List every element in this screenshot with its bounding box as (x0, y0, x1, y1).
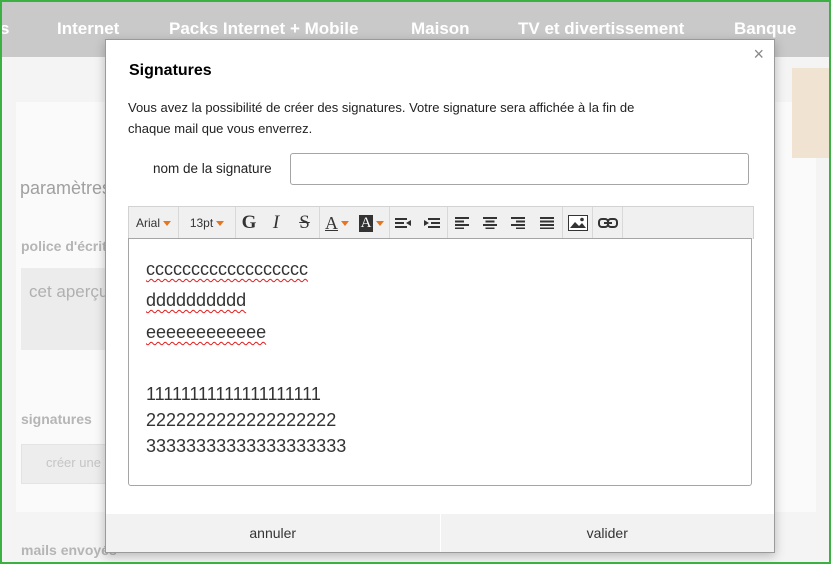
dialog-footer: annuler valider (106, 514, 774, 552)
editor-line: 2222222222222222222 (146, 410, 337, 430)
align-right-icon (511, 217, 525, 229)
cancel-button[interactable]: annuler (106, 514, 440, 552)
screen-frame: s Internet Packs Internet + Mobile Maiso… (0, 0, 831, 564)
nav-item-partial[interactable]: s (2, 19, 9, 39)
align-justify-button[interactable] (532, 207, 563, 239)
banner-image (792, 68, 829, 158)
editor-line: dddddddddd (146, 290, 247, 310)
align-left-icon (455, 217, 469, 229)
settings-title: paramètres (20, 178, 112, 198)
font-family-value: Arial (135, 216, 160, 230)
align-right-button[interactable] (504, 207, 532, 239)
font-family-select[interactable]: Arial (129, 207, 179, 239)
signature-name-label: nom de la signature (153, 161, 272, 176)
nav-item-banque[interactable]: Banque (734, 19, 796, 39)
signature-editor[interactable]: cccccccccccccccccc dddddddddd eeeeeeeeee… (128, 238, 752, 486)
font-color-icon: A (325, 212, 338, 233)
nav-item-internet[interactable]: Internet (57, 19, 119, 39)
italic-button[interactable]: I (262, 207, 290, 239)
nav-item-packs[interactable]: Packs Internet + Mobile (169, 19, 358, 39)
signature-name-input[interactable] (290, 153, 749, 185)
align-left-button[interactable] (448, 207, 476, 239)
nav-item-tv[interactable]: TV et divertissement (518, 19, 684, 39)
close-icon[interactable]: × (753, 44, 764, 65)
align-center-icon (483, 217, 497, 229)
insert-image-button[interactable] (563, 207, 593, 239)
chevron-down-icon (163, 220, 171, 226)
preview-text: cet aperçu (29, 282, 109, 301)
highlight-icon: A (358, 214, 374, 232)
outdent-button[interactable] (390, 207, 416, 239)
indent-icon (423, 218, 440, 228)
insert-link-button[interactable] (593, 207, 623, 239)
font-size-select[interactable]: 13pt (179, 207, 236, 239)
signatures-label: signatures (21, 411, 92, 427)
chevron-down-icon (341, 220, 349, 226)
signatures-dialog: × Signatures Vous avez la possibilité de… (105, 39, 775, 553)
create-signature-label: créer une (46, 455, 101, 470)
editor-toolbar: Arial 13pt G I S A A (128, 206, 754, 239)
editor-line: cccccccccccccccccc (146, 259, 308, 279)
font-size-value: 13pt (189, 216, 214, 230)
strikethrough-button[interactable]: S (290, 207, 320, 239)
outdent-icon (395, 218, 411, 228)
chevron-down-icon (216, 220, 225, 226)
indent-button[interactable] (416, 207, 448, 239)
dialog-description: Vous avez la possibilité de créer des si… (128, 100, 635, 136)
font-color-button[interactable]: A (320, 207, 354, 239)
editor-line: 33333333333333333333 (146, 436, 347, 456)
align-center-button[interactable] (476, 207, 504, 239)
dialog-title: Signatures (129, 62, 212, 79)
editor-line: 11111111111111111111 (146, 384, 321, 404)
background-color-button[interactable]: A (354, 207, 390, 239)
validate-button[interactable]: valider (439, 514, 775, 552)
bold-button[interactable]: G (236, 207, 262, 239)
nav-item-maison[interactable]: Maison (411, 19, 470, 39)
align-justify-icon (540, 217, 554, 229)
link-icon (597, 218, 618, 228)
chevron-down-icon (376, 220, 385, 226)
image-icon (567, 215, 588, 231)
sent-mails-label: mails envoyés (21, 542, 117, 558)
editor-line: eeeeeeeeeeee (146, 322, 267, 342)
